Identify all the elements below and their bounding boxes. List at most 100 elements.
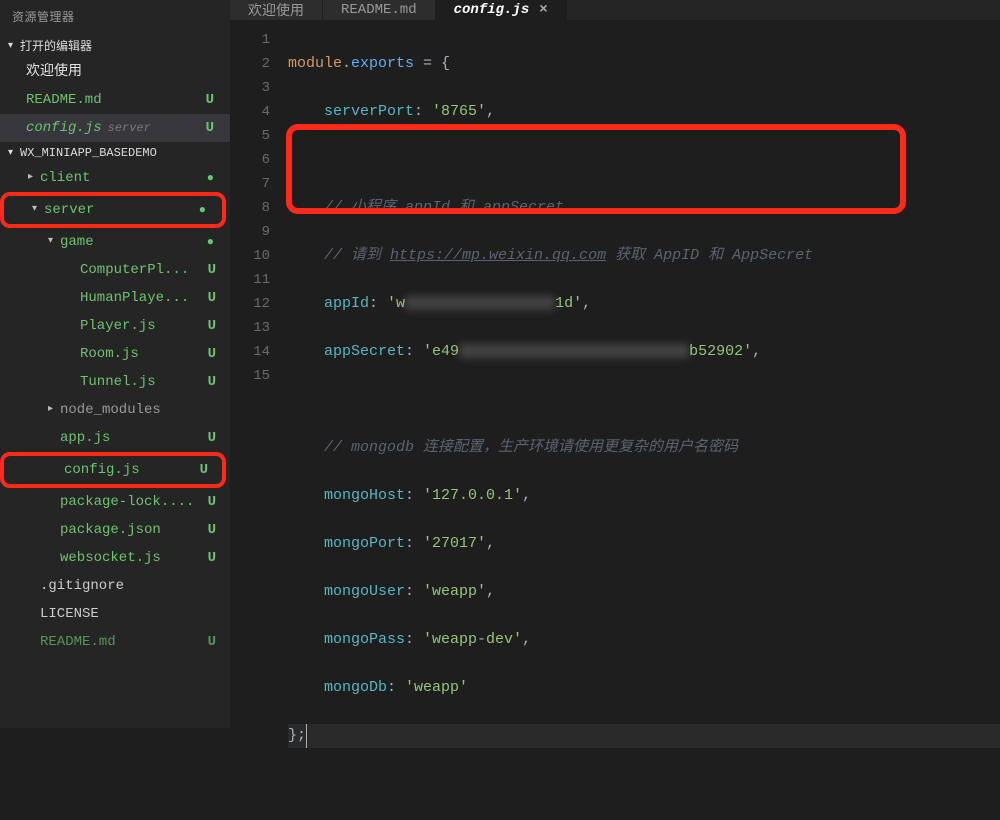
file-label: 欢迎使用 [26,61,220,83]
line-number: 7 [230,172,270,196]
line-number: 10 [230,244,270,268]
file-row[interactable]: HumanPlaye...U [0,284,230,312]
line-number: 5 [230,124,270,148]
open-editors-label: 打开的编辑器 [20,37,92,54]
open-editor-item[interactable]: 欢迎使用 [0,58,230,86]
line-number: 8 [230,196,270,220]
chevron-down-icon: ▾ [48,231,58,253]
git-status: U [208,259,216,281]
file-row[interactable]: config.jsU [4,456,222,484]
chevron-down-icon: ▾ [32,199,42,221]
open-editors-header[interactable]: ▾ 打开的编辑器 [0,33,230,58]
folder-name: client [40,167,207,189]
annotation-box: ▾server● [0,192,226,228]
file-row[interactable]: .gitignore [0,572,230,600]
git-status: U [208,343,216,365]
git-status: U [208,547,216,569]
git-status: U [208,427,216,449]
open-editor-item[interactable]: README.md U [0,86,230,114]
open-editors-list: 欢迎使用 README.md U config.jsserver U [0,58,230,142]
line-number: 6 [230,148,270,172]
file-label: config.jsserver [26,117,206,139]
line-number-gutter: 123456789101112131415 [230,28,288,820]
file-row[interactable]: Player.jsU [0,312,230,340]
file-tree: ▸client●▾server●▾game● ComputerPl...U Hu… [0,164,230,656]
line-number: 11 [230,268,270,292]
file-row[interactable]: ComputerPl...U [0,256,230,284]
folder-row[interactable]: ▸client● [0,164,230,192]
git-status: U [206,89,214,111]
line-number: 9 [230,220,270,244]
explorer-sidebar: 资源管理器 ▾ 打开的编辑器 欢迎使用 README.md U config.j… [0,0,230,728]
line-number: 14 [230,340,270,364]
folder-row[interactable]: ▾game● [0,228,230,256]
file-name: HumanPlaye... [80,287,208,309]
folder-row[interactable]: ▾server● [4,196,222,224]
file-row[interactable]: app.jsU [0,424,230,452]
line-number: 13 [230,316,270,340]
tab-config[interactable]: config.js × [436,0,567,20]
open-editor-item[interactable]: config.jsserver U [0,114,230,142]
tab-label: README.md [341,2,417,18]
git-dot-icon: ● [199,199,206,221]
tab-readme[interactable]: README.md [323,0,436,20]
folder-name: game [60,231,207,253]
chevron-down-icon: ▾ [8,147,18,159]
file-name: Player.js [80,315,208,337]
git-status: U [208,491,216,513]
file-name: package-lock.... [60,491,208,513]
file-row[interactable]: package-lock....U [0,488,230,516]
folder-name: server [44,199,199,221]
git-status: U [208,519,216,541]
line-number: 15 [230,364,270,388]
code-editor[interactable]: 123456789101112131415 module.exports = {… [230,20,1000,820]
editor-area: 欢迎使用 README.md config.js × 1234567891011… [230,0,1000,728]
file-name: Room.js [80,343,208,365]
git-status: U [208,315,216,337]
file-name: config.js [64,459,200,481]
line-number: 3 [230,76,270,100]
chevron-right-icon: ▸ [28,167,38,189]
git-status: U [208,371,216,393]
git-status: U [206,117,214,139]
file-row[interactable]: README.mdU [0,628,230,656]
file-name: ComputerPl... [80,259,208,281]
git-status: U [200,459,208,481]
file-row[interactable]: Tunnel.jsU [0,368,230,396]
chevron-right-icon: ▸ [48,399,58,421]
annotation-box: config.jsU [0,452,226,488]
close-icon[interactable]: × [539,2,547,18]
chevron-down-icon: ▾ [8,40,18,52]
file-path-label: server [108,121,151,135]
git-dot-icon: ● [207,167,214,189]
file-name: Tunnel.js [80,371,208,393]
file-row[interactable]: LICENSE [0,600,230,628]
file-row[interactable]: websocket.jsU [0,544,230,572]
file-name: .gitignore [40,575,222,597]
file-name: app.js [60,427,208,449]
file-name: package.json [60,519,208,541]
git-dot-icon: ● [207,231,214,253]
line-number: 4 [230,100,270,124]
tab-label: 欢迎使用 [248,0,304,20]
tab-welcome[interactable]: 欢迎使用 [230,0,323,20]
file-name: LICENSE [40,603,222,625]
file-row[interactable]: package.jsonU [0,516,230,544]
file-label: README.md [26,89,206,111]
git-status: U [208,287,216,309]
line-number: 2 [230,52,270,76]
file-row[interactable]: Room.jsU [0,340,230,368]
tab-label: config.js [454,2,530,18]
file-name: README.md [40,631,208,653]
explorer-title: 资源管理器 [0,0,230,33]
git-status: U [208,631,216,653]
code-content[interactable]: module.exports = { serverPort: '8765', /… [288,28,1000,820]
folder-row[interactable]: ▸node_modules [0,396,230,424]
project-name: WX_MINIAPP_BASEDEMO [20,146,157,160]
folder-name: node_modules [60,399,222,421]
line-number: 1 [230,28,270,52]
line-number: 12 [230,292,270,316]
tab-bar: 欢迎使用 README.md config.js × [230,0,1000,20]
project-header[interactable]: ▾ WX_MINIAPP_BASEDEMO [0,142,230,164]
file-name: websocket.js [60,547,208,569]
